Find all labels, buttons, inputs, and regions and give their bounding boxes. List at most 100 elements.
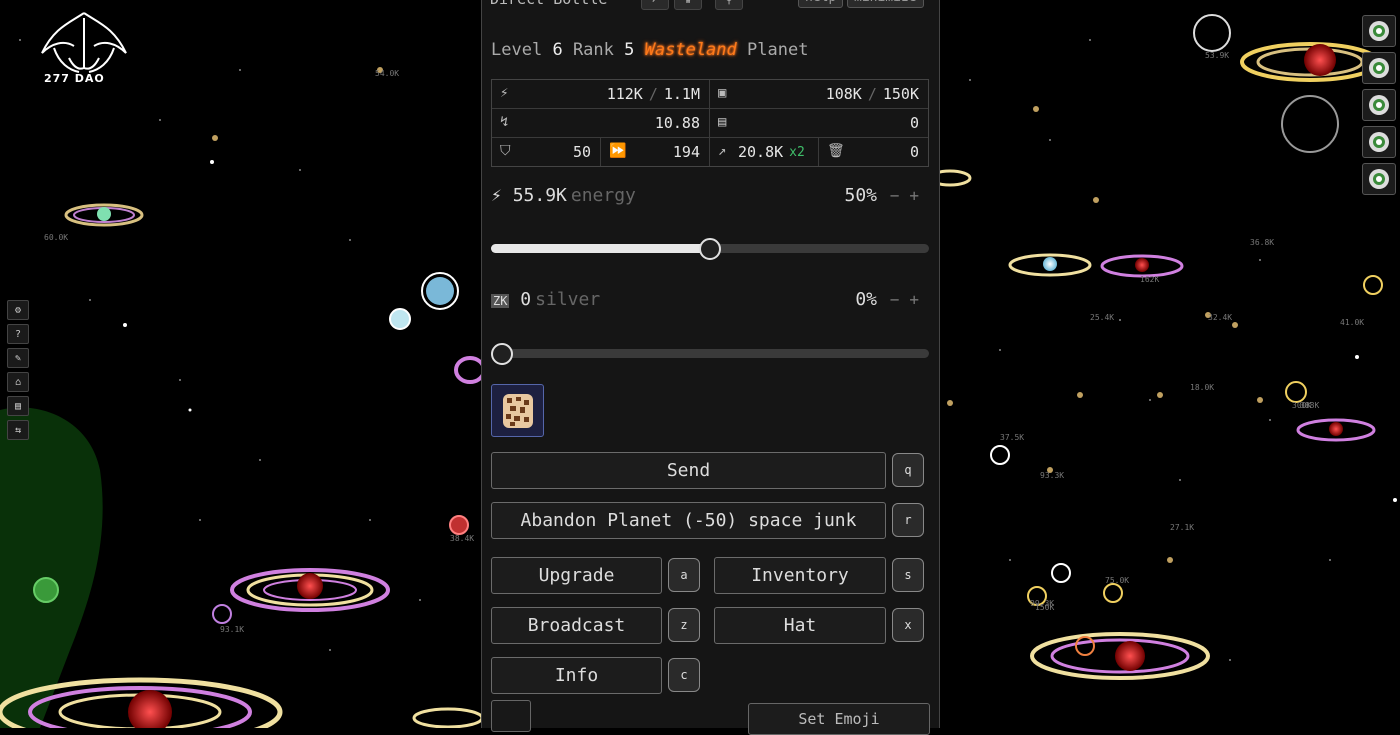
- silver-cell: ▣ 108K/150K: [718, 85, 919, 103]
- defense-value: 50: [572, 143, 591, 161]
- energy-cap: 1.1M: [663, 85, 700, 103]
- planet-badge-icon[interactable]: [1362, 89, 1396, 121]
- upgrade-hotkey[interactable]: a: [668, 558, 700, 592]
- hat-button[interactable]: Hat: [714, 607, 886, 644]
- range-multiplier: x2: [789, 144, 805, 160]
- map-label: 41.0K: [1340, 318, 1364, 327]
- help-button[interactable]: help: [798, 0, 844, 8]
- energy-send-amount: 55.9K: [512, 185, 567, 206]
- hat-hotkey[interactable]: x: [892, 608, 924, 642]
- inventory-hotkey[interactable]: s: [892, 558, 924, 592]
- map-label: 60.0K: [44, 233, 68, 242]
- level-label: Level: [491, 40, 543, 60]
- info-button[interactable]: Info: [491, 657, 662, 694]
- silver-send-row: ZK 0 silver 0% −+: [491, 289, 929, 313]
- silver-plus-button[interactable]: +: [909, 290, 929, 309]
- speed-cell: ⏩ 194: [601, 138, 710, 166]
- junk-value: 0: [909, 143, 919, 161]
- range-arrow-icon: ↗: [718, 143, 727, 159]
- silver-send-label: silver: [535, 289, 601, 310]
- level-value: 6: [552, 40, 563, 60]
- swap-icon[interactable]: ⇆: [7, 420, 29, 440]
- silver-value: 108K: [825, 85, 862, 103]
- help-icon[interactable]: ?: [7, 324, 29, 344]
- gift-icon[interactable]: ⌂: [7, 372, 29, 392]
- energy-plus-button[interactable]: +: [909, 186, 929, 205]
- stats-row: ⚡ 112K/1.1M ▣ 108K/150K: [492, 80, 928, 109]
- broadcast-button[interactable]: Broadcast: [491, 607, 662, 644]
- map-label: 38.4K: [450, 534, 474, 543]
- energy-growth-icon: ↯: [500, 114, 509, 130]
- planet-badge-icon[interactable]: [1362, 52, 1396, 84]
- planet-summary: Level 6 Rank 5 Wasteland Planet: [491, 40, 808, 60]
- silver-growth-value: 0: [909, 114, 919, 132]
- inventory-button[interactable]: Inventory: [714, 557, 886, 594]
- map-label: 99.3K: [1030, 599, 1054, 608]
- right-toolbar: [1362, 15, 1396, 195]
- map-label: 300K: [1292, 401, 1311, 410]
- set-emoji-button[interactable]: Set Emoji: [748, 703, 930, 735]
- silver-minus-button[interactable]: −: [890, 290, 910, 309]
- planet-badge-icon[interactable]: [1362, 163, 1396, 195]
- slider-knob[interactable]: [699, 238, 721, 260]
- energy-send-row: ⚡ 55.9K energy 50% −+: [491, 185, 929, 209]
- abandon-planet-button[interactable]: Abandon Planet (-50) space junk: [491, 502, 886, 539]
- stats-table: ⚡ 112K/1.1M ▣ 108K/150K ↯ 10.88 ▤ 0 ⛉ 50: [491, 79, 929, 167]
- fast-forward-icon: ⏩: [609, 143, 627, 159]
- artifact-icon: [502, 393, 533, 428]
- map-label: 54.0K: [375, 69, 399, 78]
- map-label: 27.1K: [1170, 523, 1194, 532]
- lightning-icon: ⚡: [500, 85, 509, 101]
- map-label: 37.5K: [1000, 433, 1024, 442]
- lightning-icon: ⚡: [491, 185, 502, 206]
- silver-icon: ▣: [718, 85, 727, 101]
- energy-growth-cell: ↯ 10.88: [492, 109, 710, 137]
- energy-send-percent: 50%: [844, 185, 877, 206]
- minimize-button[interactable]: minimize: [847, 0, 924, 8]
- slider-knob[interactable]: [491, 343, 513, 365]
- upgrade-button[interactable]: Upgrade: [491, 557, 662, 594]
- planet-badge-icon[interactable]: [1362, 15, 1396, 47]
- left-toolbar: ⚙ ? ✎ ⌂ ▤ ⇆: [7, 300, 29, 440]
- map-label: 53.9K: [1205, 51, 1229, 60]
- energy-minus-button[interactable]: −: [890, 186, 910, 205]
- send-hotkey[interactable]: q: [892, 453, 924, 487]
- send-arrow-icon[interactable]: ➚: [641, 0, 669, 10]
- rank-value: 5: [624, 40, 635, 60]
- energy-growth-value: 10.88: [654, 114, 700, 132]
- energy-slider[interactable]: [491, 238, 929, 260]
- pin-icon[interactable]: ⚲: [715, 0, 743, 10]
- energy-send-label: energy: [570, 185, 636, 206]
- info-hotkey[interactable]: c: [668, 658, 700, 692]
- map-label: 93.1K: [220, 625, 244, 634]
- speed-value: 194: [672, 143, 700, 161]
- abandon-hotkey[interactable]: r: [892, 503, 924, 537]
- logo-text: 277 DAO: [44, 72, 105, 85]
- planet-badge-icon[interactable]: [1362, 126, 1396, 158]
- artifact-slot[interactable]: [491, 384, 544, 437]
- map-label: 18.0K: [1190, 383, 1214, 392]
- emoji-preview[interactable]: [491, 700, 531, 732]
- save-icon[interactable]: ▤: [7, 396, 29, 416]
- map-label: 93.3K: [1040, 471, 1064, 480]
- energy-cell: ⚡ 112K/1.1M: [492, 80, 710, 108]
- map-label: 32.4K: [1208, 313, 1232, 322]
- silver-cap: 150K: [882, 85, 919, 103]
- crown-icon[interactable]: ♛: [674, 0, 702, 10]
- stats-row: ⛉ 50 ⏩ 194 ↗ 20.8K x2 🗑 0: [492, 138, 928, 166]
- stats-row: ↯ 10.88 ▤ 0: [492, 109, 928, 138]
- trash-icon: 🗑: [827, 143, 845, 159]
- range-cell: ↗ 20.8K x2: [710, 138, 819, 166]
- silver-slider[interactable]: [491, 343, 929, 365]
- biome-name: Wasteland: [644, 40, 737, 60]
- broadcast-hotkey[interactable]: z: [668, 608, 700, 642]
- rank-label: Rank: [572, 40, 614, 60]
- silver-icon: ZK: [491, 294, 510, 308]
- pen-icon[interactable]: ✎: [7, 348, 29, 368]
- slider-track[interactable]: [491, 349, 929, 358]
- gear-icon[interactable]: ⚙: [7, 300, 29, 320]
- range-value: 20.8K: [738, 143, 784, 161]
- shield-icon: ⛉: [500, 143, 511, 159]
- send-button[interactable]: Send: [491, 452, 886, 489]
- energy-value: 112K: [606, 85, 643, 103]
